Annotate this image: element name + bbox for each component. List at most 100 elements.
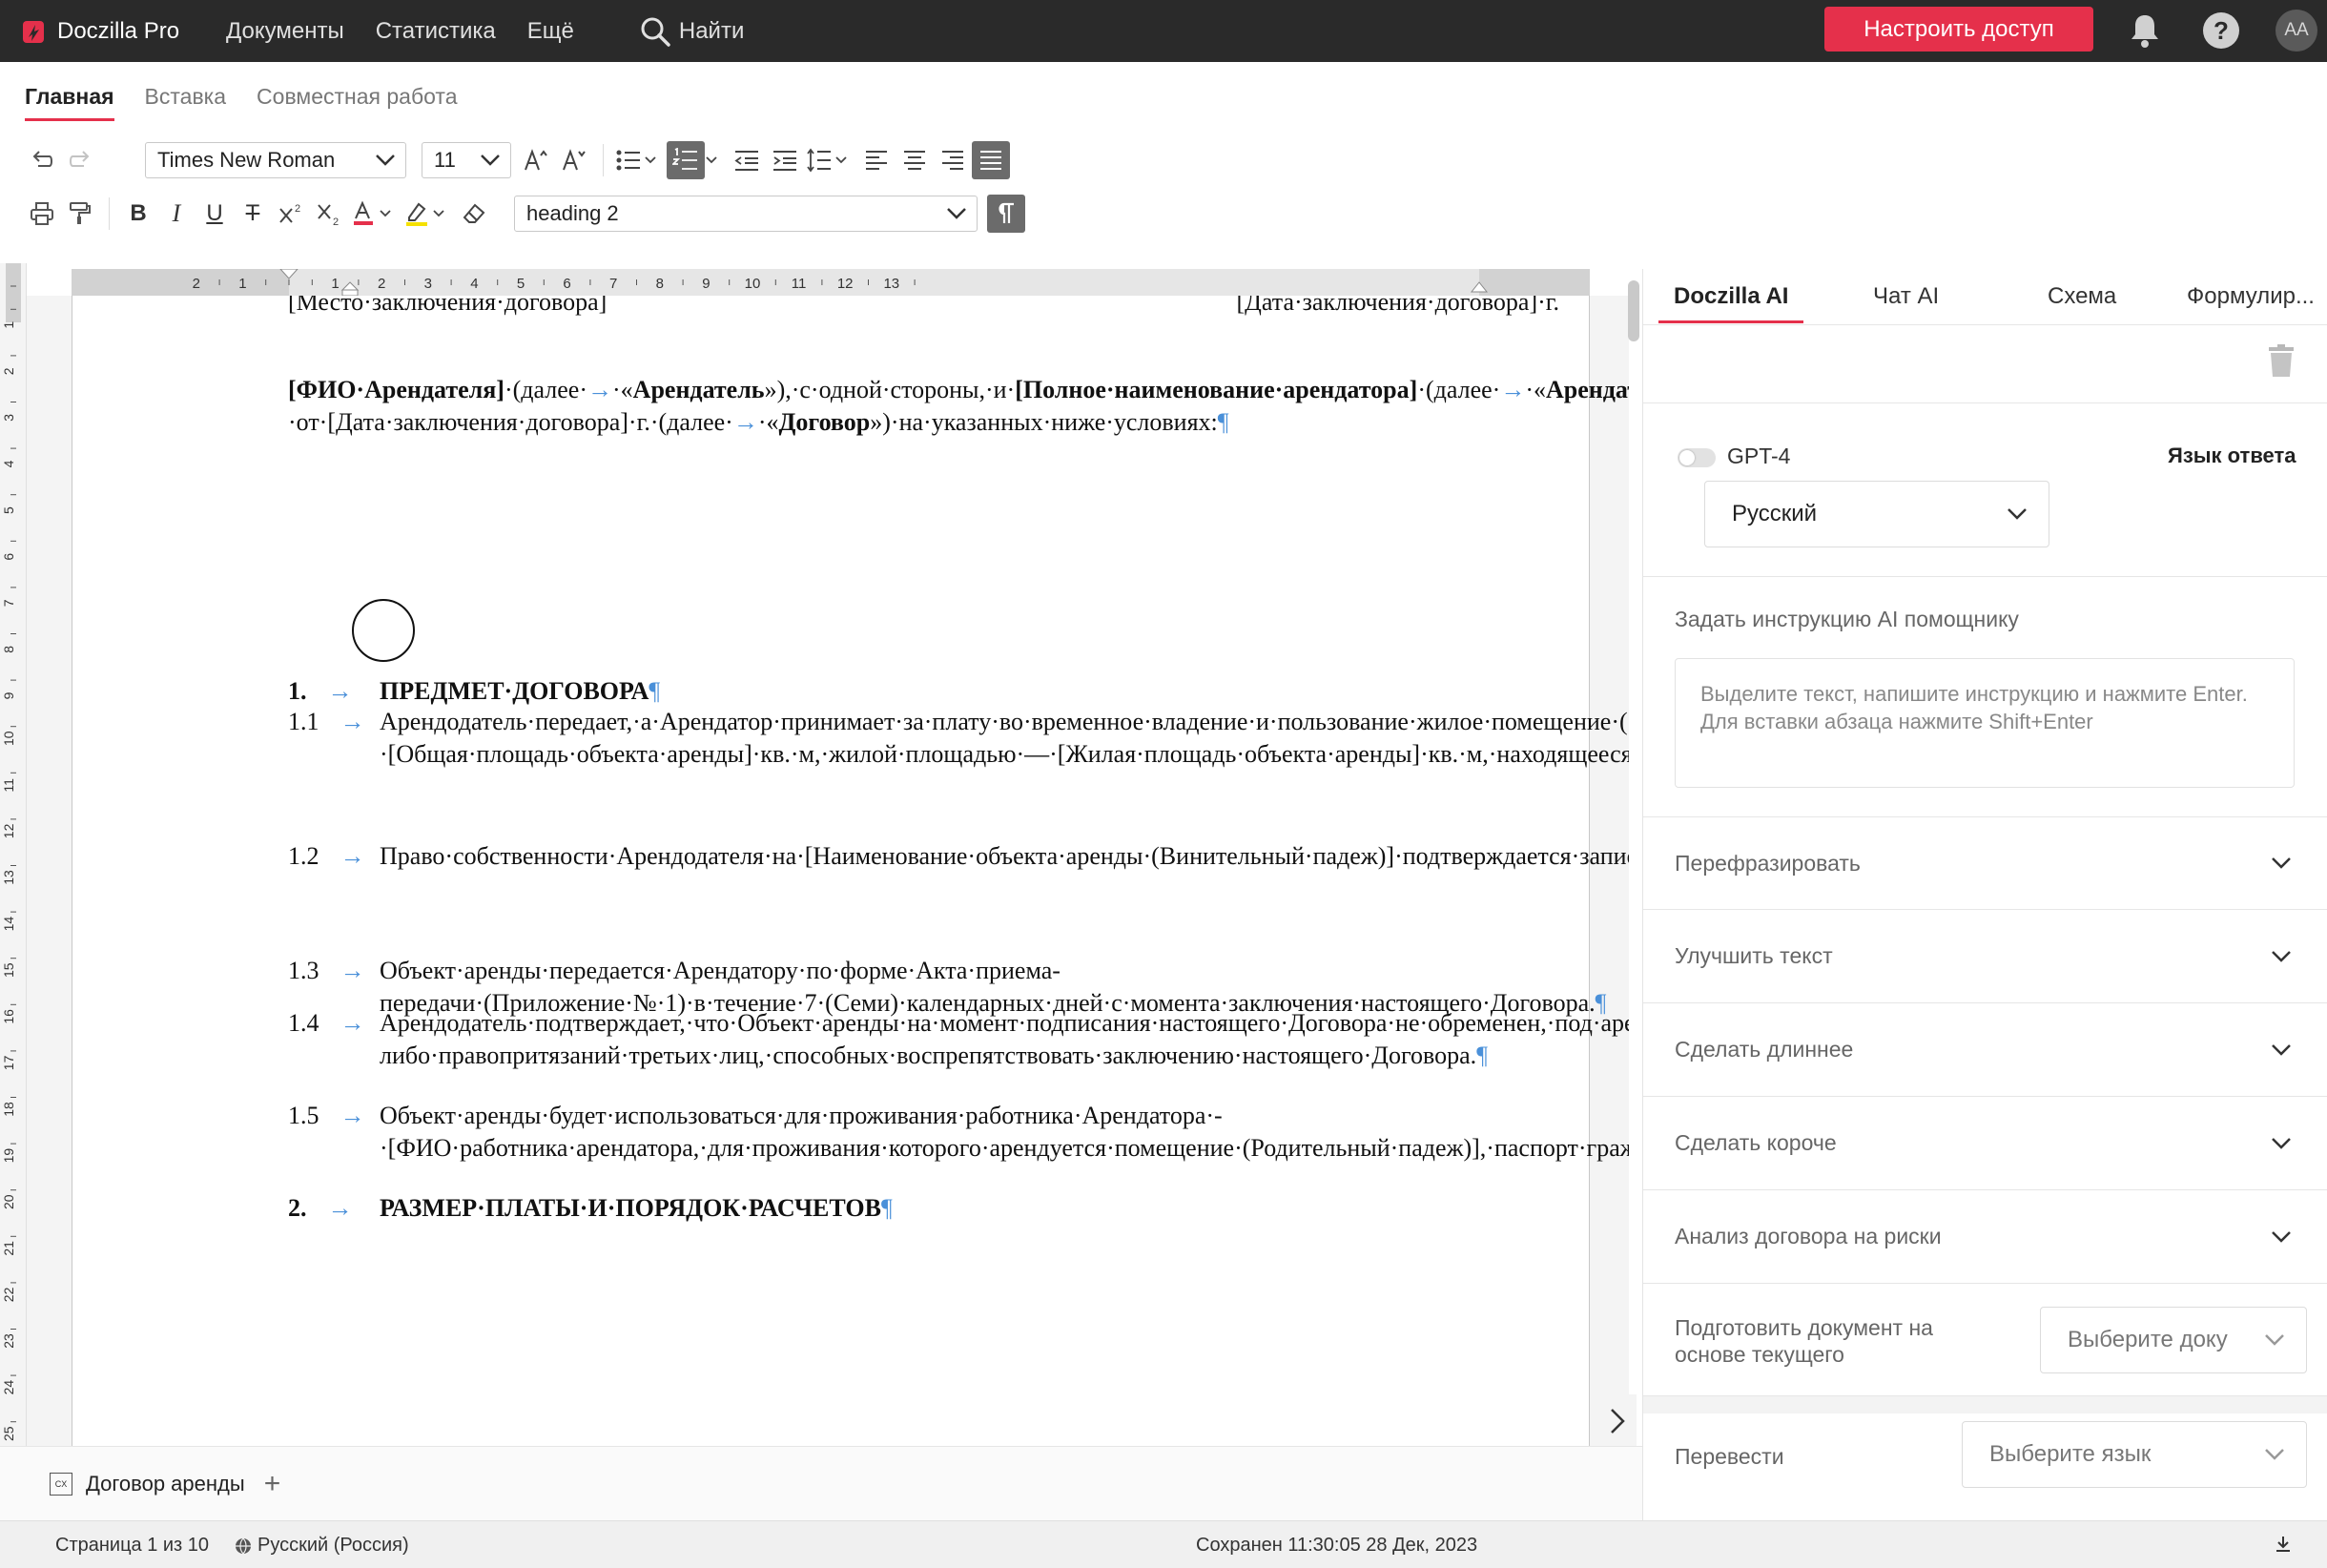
delete-button[interactable] [2267, 343, 2296, 382]
bold-icon: B [130, 200, 147, 226]
prepare-document-select[interactable]: Выберите доку [2040, 1307, 2307, 1373]
contract-intro-paragraph[interactable]: [ФИО·Арендателя]·(далее·→·«Арендатель»),… [288, 374, 1629, 439]
document-tab[interactable]: CX Договор аренды [50, 1472, 245, 1496]
paragraph-style-select[interactable]: heading 2 [514, 196, 978, 232]
increase-indent-button[interactable] [766, 141, 804, 179]
toolbar-divider [109, 197, 110, 230]
document-icon: CX [50, 1472, 72, 1496]
document-page[interactable]: [Место·заключения·договора] [Дата·заключ… [72, 296, 1629, 1446]
notifications-button[interactable] [2126, 11, 2164, 50]
numbered-list-button[interactable] [667, 141, 705, 179]
italic-button[interactable]: I [157, 195, 196, 233]
svg-text:20: 20 [1, 1194, 16, 1209]
tab-home[interactable]: Главная [25, 84, 114, 121]
strikethrough-button[interactable]: T [234, 195, 272, 233]
align-justify-icon [980, 151, 1001, 170]
tab-formulations[interactable]: Формулир... [2187, 283, 2315, 310]
tab-doczilla-ai[interactable]: Doczilla AI [1658, 283, 1805, 323]
bullet-list-dropdown[interactable] [644, 141, 657, 179]
numbered-list-dropdown[interactable] [705, 141, 718, 179]
clear-format-button[interactable] [455, 195, 493, 233]
align-justify-button[interactable] [972, 141, 1010, 179]
list-item[interactable]: 1.2 → Право·собственности·Арендодателя·на… [288, 840, 1629, 873]
align-center-button[interactable] [896, 141, 934, 179]
chevron-down-icon [2272, 1230, 2291, 1243]
tab-collaboration[interactable]: Совместная работа [257, 84, 457, 110]
undo-button[interactable] [23, 141, 61, 179]
download-button[interactable] [2274, 1535, 2293, 1554]
download-icon [2276, 1537, 2290, 1552]
svg-text:1: 1 [1, 321, 16, 329]
document-canvas[interactable]: [Место·заключения·договора] [Дата·заключ… [27, 296, 1629, 1446]
highlighter-icon [406, 202, 427, 226]
action-make-longer[interactable]: Сделать длиннее [1643, 1003, 2327, 1097]
instruction-input[interactable]: Выделите текст, напишите инструкцию и на… [1675, 658, 2295, 788]
translate-language-select[interactable]: Выберите язык [1962, 1421, 2307, 1488]
decrease-font-button[interactable] [555, 141, 593, 179]
bullet-list-button[interactable] [613, 141, 644, 179]
instruction-label: Задать инструкцию AI помощнику [1675, 607, 2019, 631]
highlight-dropdown[interactable] [432, 195, 445, 233]
app-logo[interactable]: Doczilla Pro [21, 18, 226, 45]
align-left-button[interactable] [857, 141, 896, 179]
nav-documents[interactable]: Документы [226, 18, 344, 45]
tab-insert[interactable]: Вставка [145, 84, 227, 110]
increase-font-button[interactable] [517, 141, 555, 179]
format-painter-button[interactable] [61, 195, 99, 233]
underline-button[interactable]: U [196, 195, 234, 233]
section-2-heading[interactable]: 2. → РАЗМЕР·ПЛАТЫ·И·ПОРЯДОК·РАСЧЕТОВ¶ [288, 1192, 1559, 1225]
action-improve-text[interactable]: Улучшить текст [1643, 910, 2327, 1003]
response-language-select[interactable]: Русский [1704, 481, 2049, 547]
superscript-button[interactable]: 2 [272, 195, 310, 233]
list-item[interactable]: 1.5 → Объект·аренды·будет·использоваться·… [288, 1100, 1629, 1165]
section-1-heading[interactable]: 1. → ПРЕДМЕТ·ДОГОВОРА¶ [288, 675, 1559, 708]
list-item[interactable]: 1.4 → Арендодатель·подтверждает,·что·Объе… [288, 1007, 1629, 1072]
show-formatting-marks-button[interactable] [987, 195, 1025, 233]
decrease-indent-button[interactable] [728, 141, 766, 179]
collapse-panel-button[interactable] [1598, 1394, 1637, 1448]
nav-statistics[interactable]: Статистика [376, 18, 496, 45]
highlight-button[interactable] [402, 195, 432, 233]
action-risk-analysis[interactable]: Анализ договора на риски [1643, 1190, 2327, 1284]
numbered-list-icon [672, 148, 697, 170]
nav-more[interactable]: Ещё [527, 18, 574, 45]
indent-icon [773, 151, 796, 171]
align-right-button[interactable] [934, 141, 972, 179]
bold-button[interactable]: B [119, 195, 157, 233]
tab-chat-ai[interactable]: Чат AI [1873, 283, 1939, 310]
eraser-icon [463, 203, 485, 223]
font-size-select[interactable]: 11 [422, 142, 511, 178]
vertical-ruler: 1 2 3 4 5 6 7 8 9 10 11 12 13 14 15 16 17 18 19 20 21 22 23 24 2… [0, 263, 27, 1446]
svg-text:6: 6 [563, 276, 570, 292]
prepare-document-value: Выберите доку [2068, 1327, 2228, 1352]
undo-icon [32, 151, 53, 167]
svg-text:11: 11 [792, 276, 807, 292]
line-spacing-button[interactable] [804, 141, 834, 179]
print-button[interactable] [23, 195, 61, 233]
search-icon [641, 17, 670, 47]
font-family-select[interactable]: Times New Roman [145, 142, 406, 178]
subscript-button[interactable]: 2 [310, 195, 348, 233]
line-spacing-dropdown[interactable] [834, 141, 848, 179]
list-item[interactable]: 1.1 → Арендодатель·передает,·а·Арендатор·… [288, 706, 1629, 771]
chevron-down-icon [2272, 857, 2291, 869]
configure-access-button[interactable]: Настроить доступ [1824, 7, 2093, 52]
gpt4-toggle[interactable] [1678, 448, 1716, 467]
list-item-number: 1.5 → [288, 1102, 365, 1129]
panel-divider [1643, 324, 2327, 325]
action-make-shorter[interactable]: Сделать короче [1643, 1097, 2327, 1190]
action-rephrase[interactable]: Перефразировать [1643, 817, 2327, 910]
font-color-dropdown[interactable] [379, 195, 392, 233]
tab-schema[interactable]: Схема [2048, 283, 2116, 310]
search-button[interactable]: Найти [639, 15, 744, 48]
language-indicator[interactable]: Русский (Россия) [235, 1535, 409, 1557]
contract-place[interactable]: [Место·заключения·договора] [288, 296, 607, 319]
help-button[interactable]: ? [2202, 11, 2240, 50]
user-avatar[interactable]: AA [2276, 10, 2317, 52]
add-tab-button[interactable]: + [264, 1468, 281, 1500]
paragraph-style-value: heading 2 [526, 201, 619, 225]
redo-button[interactable] [61, 141, 99, 179]
contract-date[interactable]: [Дата·заключения·договора]·г. [1237, 296, 1559, 319]
font-color-button[interactable] [348, 195, 379, 233]
panel-scrollbar[interactable] [1628, 280, 1639, 341]
